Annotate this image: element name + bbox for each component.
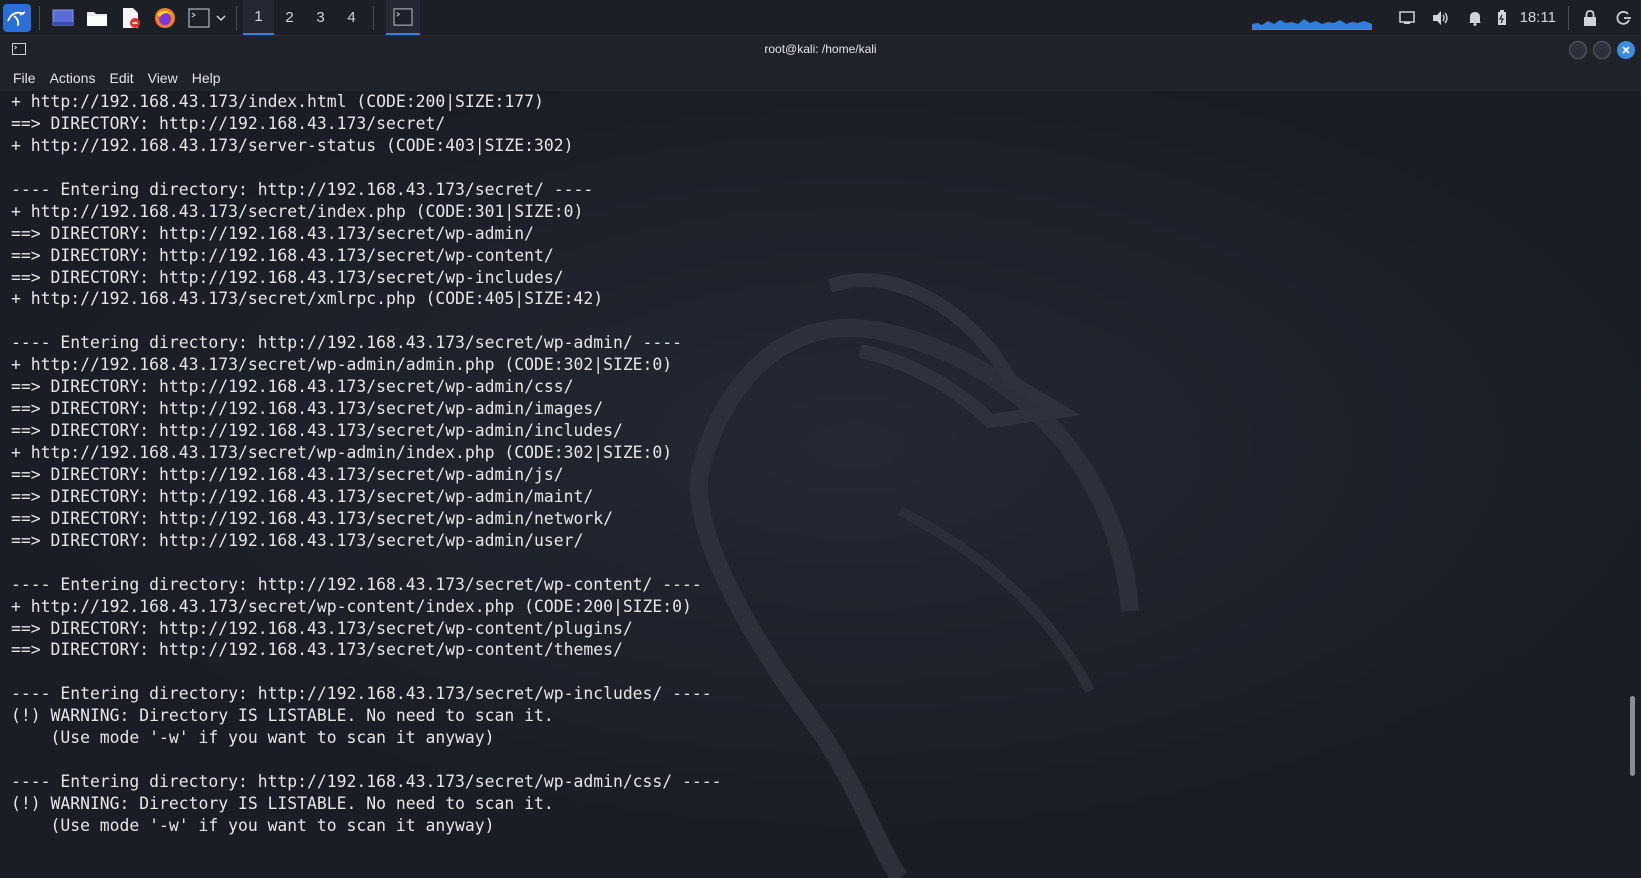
workspace-1[interactable]: 1 xyxy=(243,0,274,35)
terminal-line: ==> DIRECTORY: http://192.168.43.173/sec… xyxy=(11,267,564,287)
terminal-line: ==> DIRECTORY: http://192.168.43.173/sec… xyxy=(11,486,594,506)
terminal-line: (Use mode '-w' if you want to scan it an… xyxy=(11,815,495,835)
terminal-line: ==> DIRECTORY: http://192.168.43.173/sec… xyxy=(11,464,564,484)
terminal-line: + http://192.168.43.173/secret/wp-admin/… xyxy=(11,355,673,375)
terminal-line: + http://192.168.43.173/index.html (CODE… xyxy=(11,92,544,111)
file-manager-icon[interactable] xyxy=(82,3,112,33)
bell-icon[interactable] xyxy=(1458,0,1492,35)
panel-separator xyxy=(373,5,374,30)
volume-icon[interactable] xyxy=(1424,0,1458,35)
firefox-icon[interactable] xyxy=(150,3,180,33)
panel-separator xyxy=(1568,5,1569,30)
terminal-icon xyxy=(393,7,413,26)
terminal-line: ==> DIRECTORY: http://192.168.43.173/sec… xyxy=(11,113,446,133)
cpu-graph xyxy=(1251,5,1372,30)
workspace-4[interactable]: 4 xyxy=(336,0,367,35)
terminal-line: ==> DIRECTORY: http://192.168.43.173/sec… xyxy=(11,223,535,243)
terminal-icon[interactable] xyxy=(184,3,214,33)
desktop-icon[interactable] xyxy=(48,3,78,33)
monitor-icon[interactable] xyxy=(1390,0,1424,35)
window-controls xyxy=(1563,41,1635,59)
chevron-down-icon[interactable] xyxy=(214,3,228,33)
lock-icon[interactable] xyxy=(1573,0,1607,35)
terminal-line: ==> DIRECTORY: http://192.168.43.173/sec… xyxy=(11,640,623,660)
close-button[interactable] xyxy=(1617,41,1635,59)
terminal-line: (!) WARNING: Directory IS LISTABLE. No n… xyxy=(11,794,554,813)
terminal-line: ==> DIRECTORY: http://192.168.43.173/sec… xyxy=(11,421,623,441)
window-title: root@kali: /home/kali xyxy=(764,42,877,56)
terminal-line: ==> DIRECTORY: http://192.168.43.173/sec… xyxy=(11,618,633,638)
terminal-line: + http://192.168.43.173/secret/wp-conten… xyxy=(11,596,692,616)
terminal-line: + http://192.168.43.173/secret/index.php… xyxy=(11,201,584,221)
menu-bar: File Actions Edit View Help xyxy=(0,64,1641,91)
taskbar-terminal-window[interactable] xyxy=(386,0,420,35)
kali-menu-icon[interactable] xyxy=(3,3,31,32)
panel-separator xyxy=(39,5,40,30)
workspace-2[interactable]: 2 xyxy=(274,0,305,35)
top-panel: 1 2 3 4 18:11 xyxy=(0,0,1641,36)
maximize-button[interactable] xyxy=(1593,41,1611,59)
menu-view[interactable]: View xyxy=(141,70,185,86)
terminal-scrollbar[interactable] xyxy=(1630,696,1635,776)
terminal-output[interactable]: + http://192.168.43.173/index.html (CODE… xyxy=(0,91,1641,878)
terminal-line: ---- Entering directory: http://192.168.… xyxy=(11,574,702,594)
terminal-lines: + http://192.168.43.173/index.html (CODE… xyxy=(11,91,722,837)
text-editor-icon[interactable] xyxy=(116,3,146,33)
terminal-line: + http://192.168.43.173/secret/xmlrpc.ph… xyxy=(11,289,604,309)
close-icon xyxy=(1622,46,1630,54)
terminal-line: ==> DIRECTORY: http://192.168.43.173/sec… xyxy=(11,399,604,419)
terminal-line: ==> DIRECTORY: http://192.168.43.173/sec… xyxy=(11,245,554,265)
terminal-line: + http://192.168.43.173/secret/wp-admin/… xyxy=(11,443,673,462)
terminal-line: + http://192.168.43.173/server-status (C… xyxy=(11,135,574,155)
panel-separator xyxy=(236,5,237,30)
terminal-line: ---- Entering directory: http://192.168.… xyxy=(11,333,683,353)
menu-actions[interactable]: Actions xyxy=(43,70,103,86)
logout-icon[interactable] xyxy=(1607,0,1641,35)
panel-tray: 18:11 xyxy=(1251,0,1641,35)
terminal-line: ---- Entering directory: http://192.168.… xyxy=(11,179,594,199)
terminal-line: ==> DIRECTORY: http://192.168.43.173/sec… xyxy=(11,377,574,397)
panel-launchers: 1 2 3 4 xyxy=(0,0,420,35)
clock[interactable]: 18:11 xyxy=(1520,9,1556,26)
terminal-line: ==> DIRECTORY: http://192.168.43.173/sec… xyxy=(11,530,584,550)
terminal-line: ---- Entering directory: http://192.168.… xyxy=(11,684,712,704)
minimize-button[interactable] xyxy=(1569,41,1587,59)
terminal-line: (!) WARNING: Directory IS LISTABLE. No n… xyxy=(11,706,554,726)
menu-file[interactable]: File xyxy=(6,70,43,86)
workspace-3[interactable]: 3 xyxy=(305,0,336,35)
menu-help[interactable]: Help xyxy=(185,70,228,86)
terminal-line: ---- Entering directory: http://192.168.… xyxy=(11,772,722,792)
terminal-line: ==> DIRECTORY: http://192.168.43.173/sec… xyxy=(11,508,613,528)
battery-icon xyxy=(1492,0,1512,35)
menu-edit[interactable]: Edit xyxy=(102,70,140,86)
terminal-line: (Use mode '-w' if you want to scan it an… xyxy=(11,728,495,748)
window-titlebar[interactable]: root@kali: /home/kali xyxy=(0,36,1641,64)
